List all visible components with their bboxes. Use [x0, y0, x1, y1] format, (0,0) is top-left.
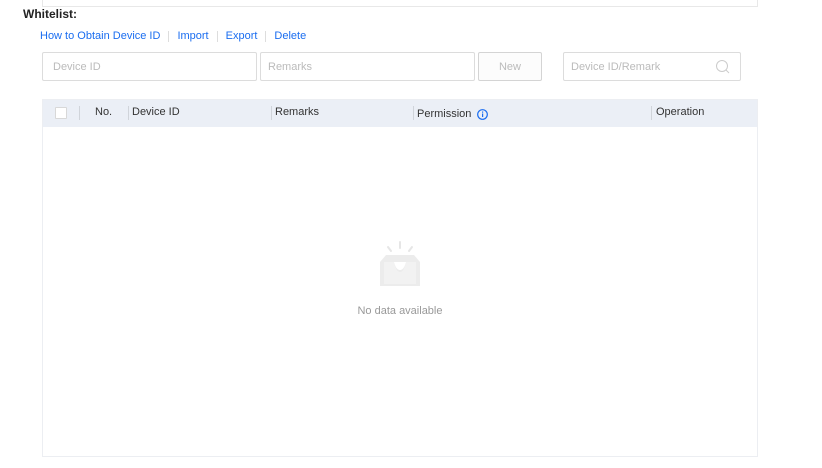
remarks-input[interactable]: Remarks [260, 52, 475, 81]
empty-inbox-icon [380, 241, 420, 286]
info-icon[interactable] [477, 108, 489, 120]
export-link[interactable]: Export [226, 30, 258, 42]
column-remarks: Remarks [275, 106, 320, 118]
new-button[interactable]: New [478, 52, 542, 81]
no-data-text: No data available [357, 305, 443, 317]
table-header: No. Device ID Remarks Permission Operati… [43, 100, 757, 127]
placeholder: Device ID/Remark [571, 60, 661, 73]
placeholder: Remarks [268, 60, 313, 73]
divider [413, 106, 414, 120]
import-link[interactable]: Import [177, 30, 208, 42]
divider [265, 30, 267, 42]
column-device-id: Device ID [132, 106, 180, 118]
divider [79, 106, 80, 120]
divider [216, 30, 218, 42]
device-id-input[interactable]: Device ID [42, 52, 257, 81]
divider [651, 106, 652, 120]
how-to-obtain-device-id-link[interactable]: How to Obtain Device ID [40, 30, 160, 42]
column-permission: Permission [417, 108, 489, 120]
new-button-label: New [498, 60, 521, 73]
column-operation: Operation [656, 106, 705, 118]
column-no: No. [95, 106, 113, 118]
placeholder: Device ID [53, 60, 101, 73]
search-input[interactable]: Device ID/Remark [563, 52, 741, 81]
search-icon[interactable] [715, 59, 730, 74]
divider [128, 106, 129, 120]
delete-link[interactable]: Delete [274, 30, 306, 42]
divider [271, 106, 272, 120]
section-title: Whitelist: [23, 7, 77, 21]
whitelist-table: No. Device ID Remarks Permission Operati… [42, 99, 758, 457]
empty-state: No data available [43, 240, 757, 317]
action-links: How to Obtain Device ID Import Export De… [40, 30, 306, 42]
permission-label: Permission [417, 108, 472, 120]
select-all-checkbox[interactable] [55, 107, 67, 119]
divider [168, 30, 170, 42]
upper-panel-border [42, 0, 758, 7]
